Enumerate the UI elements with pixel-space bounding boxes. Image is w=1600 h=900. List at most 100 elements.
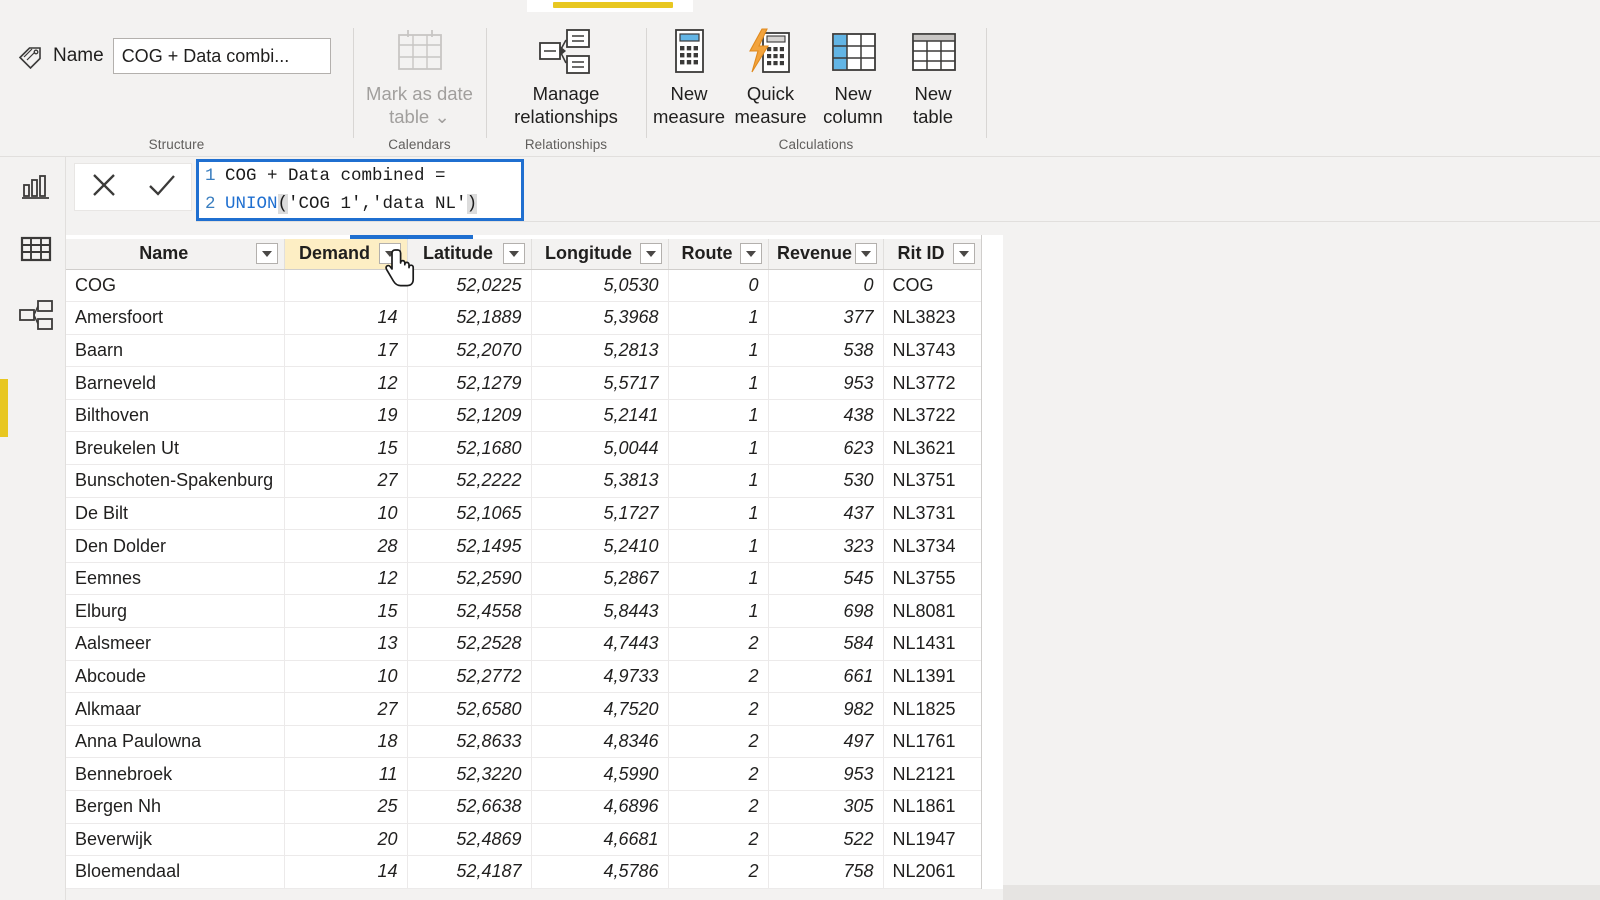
cell-latitude[interactable]: 52,3220 xyxy=(407,757,532,791)
cell-name[interactable]: Aalsmeer xyxy=(66,627,285,661)
cell-name[interactable]: Den Dolder xyxy=(66,529,285,563)
cell-rit_id[interactable]: NL1861 xyxy=(883,790,982,824)
cell-demand[interactable]: 10 xyxy=(284,497,408,531)
table-name-input[interactable] xyxy=(112,38,331,74)
accept-formula-button[interactable] xyxy=(139,167,185,207)
table-row[interactable]: COG 52,0225 5,0530 0 0 COG xyxy=(66,269,982,303)
cell-revenue[interactable]: 438 xyxy=(768,399,884,433)
cell-rit_id[interactable]: NL2121 xyxy=(883,757,982,791)
table-row[interactable]: Elburg 15 52,4558 5,8443 1 698 NL8081 xyxy=(66,594,982,629)
cell-revenue[interactable]: 377 xyxy=(768,301,884,335)
cell-route[interactable]: 0 xyxy=(668,269,769,303)
cell-longitude[interactable]: 5,1727 xyxy=(531,497,669,531)
cell-demand[interactable] xyxy=(284,269,408,303)
cell-demand[interactable]: 14 xyxy=(284,855,408,889)
column-header-route[interactable]: Route xyxy=(668,239,769,270)
cell-rit_id[interactable]: NL3621 xyxy=(883,431,982,466)
cell-name[interactable]: Amersfoort xyxy=(66,301,285,335)
cell-revenue[interactable]: 953 xyxy=(768,757,884,791)
cell-revenue[interactable]: 982 xyxy=(768,692,884,726)
new-column-button[interactable]: New column xyxy=(813,26,893,128)
cell-latitude[interactable]: 52,2070 xyxy=(407,334,532,368)
dax-formula-editor[interactable]: 1 COG + Data combined = 2 UNION ( 'COG 1… xyxy=(196,159,524,221)
cell-rit_id[interactable]: NL3823 xyxy=(883,301,982,335)
cell-route[interactable]: 2 xyxy=(668,790,769,824)
cell-demand[interactable]: 27 xyxy=(284,464,408,498)
cell-revenue[interactable]: 522 xyxy=(768,823,884,857)
cell-route[interactable]: 1 xyxy=(668,497,769,531)
cell-route[interactable]: 2 xyxy=(668,692,769,726)
cell-demand[interactable]: 12 xyxy=(284,562,408,596)
manage-relationships-button[interactable]: Manage relationships xyxy=(486,26,646,128)
cell-longitude[interactable]: 5,0530 xyxy=(531,269,669,303)
cell-latitude[interactable]: 52,2222 xyxy=(407,464,532,498)
cancel-formula-button[interactable] xyxy=(81,167,127,207)
cell-revenue[interactable]: 698 xyxy=(768,594,884,629)
cell-latitude[interactable]: 52,4869 xyxy=(407,823,532,857)
table-row[interactable]: Breukelen Ut 15 52,1680 5,0044 1 623 NL3621 xyxy=(66,431,982,466)
cell-latitude[interactable]: 52,1065 xyxy=(407,497,532,531)
column-filter-dropdown-latitude[interactable] xyxy=(502,243,525,265)
column-header-latitude[interactable]: Latitude xyxy=(407,239,532,270)
cell-name[interactable]: De Bilt xyxy=(66,497,285,531)
cell-rit_id[interactable]: NL3755 xyxy=(883,562,982,596)
table-row[interactable]: De Bilt 10 52,1065 5,1727 1 437 NL3731 xyxy=(66,497,982,531)
cell-route[interactable]: 2 xyxy=(668,660,769,694)
cell-route[interactable]: 2 xyxy=(668,725,769,759)
cell-latitude[interactable]: 52,1889 xyxy=(407,301,532,335)
cell-route[interactable]: 1 xyxy=(668,464,769,498)
cell-route[interactable]: 1 xyxy=(668,301,769,335)
cell-latitude[interactable]: 52,2772 xyxy=(407,660,532,694)
column-header-rit_id[interactable]: Rit ID xyxy=(883,239,982,270)
cell-demand[interactable]: 20 xyxy=(284,823,408,857)
bottom-scroll-strip[interactable] xyxy=(1003,885,1600,900)
cell-latitude[interactable]: 52,1680 xyxy=(407,431,532,466)
table-row[interactable]: Bergen Nh 25 52,6638 4,6896 2 305 NL1861 xyxy=(66,790,982,824)
column-header-longitude[interactable]: Longitude xyxy=(531,239,669,270)
cell-route[interactable]: 2 xyxy=(668,627,769,661)
cell-revenue[interactable]: 623 xyxy=(768,431,884,466)
column-header-revenue[interactable]: Revenue xyxy=(768,239,884,270)
cell-latitude[interactable]: 52,1495 xyxy=(407,529,532,563)
cell-rit_id[interactable]: NL3751 xyxy=(883,464,982,498)
table-row[interactable]: Abcoude 10 52,2772 4,9733 2 661 NL1391 xyxy=(66,660,982,694)
cell-longitude[interactable]: 4,8346 xyxy=(531,725,669,759)
cell-demand[interactable]: 28 xyxy=(284,529,408,563)
cell-latitude[interactable]: 52,8633 xyxy=(407,725,532,759)
cell-latitude[interactable]: 52,6638 xyxy=(407,790,532,824)
cell-rit_id[interactable]: COG xyxy=(883,269,982,303)
cell-rit_id[interactable]: NL3734 xyxy=(883,529,982,563)
column-header-demand[interactable]: Demand xyxy=(284,239,408,270)
cell-longitude[interactable]: 4,6896 xyxy=(531,790,669,824)
cell-demand[interactable]: 12 xyxy=(284,366,408,400)
cell-demand[interactable]: 17 xyxy=(284,334,408,368)
cell-demand[interactable]: 27 xyxy=(284,692,408,726)
cell-longitude[interactable]: 4,5990 xyxy=(531,757,669,791)
cell-longitude[interactable]: 4,7443 xyxy=(531,627,669,661)
cell-longitude[interactable]: 5,3968 xyxy=(531,301,669,335)
cell-name[interactable]: Bergen Nh xyxy=(66,790,285,824)
column-filter-dropdown-name[interactable] xyxy=(255,243,278,265)
cell-revenue[interactable]: 758 xyxy=(768,855,884,889)
cell-name[interactable]: Bunschoten-Spakenburg xyxy=(66,464,285,498)
cell-rit_id[interactable]: NL8081 xyxy=(883,594,982,629)
table-row[interactable]: Bennebroek 11 52,3220 4,5990 2 953 NL2121 xyxy=(66,757,982,791)
cell-rit_id[interactable]: NL2061 xyxy=(883,855,982,889)
sidebar-item-model-view[interactable] xyxy=(16,297,56,337)
table-row[interactable]: Anna Paulowna 18 52,8633 4,8346 2 497 NL1761 xyxy=(66,725,982,759)
cell-name[interactable]: Elburg xyxy=(66,594,285,629)
cell-route[interactable]: 1 xyxy=(668,529,769,563)
cell-longitude[interactable]: 5,5717 xyxy=(531,366,669,400)
sidebar-item-data-view[interactable] xyxy=(16,231,56,271)
table-row[interactable]: Bunschoten-Spakenburg 27 52,2222 5,3813 1 530… xyxy=(66,464,982,498)
cell-latitude[interactable]: 52,1209 xyxy=(407,399,532,433)
cell-longitude[interactable]: 4,5786 xyxy=(531,855,669,889)
cell-longitude[interactable]: 5,2813 xyxy=(531,334,669,368)
cell-demand[interactable]: 10 xyxy=(284,660,408,694)
cell-rit_id[interactable]: NL1391 xyxy=(883,660,982,694)
table-row[interactable]: Amersfoort 14 52,1889 5,3968 1 377 NL3823 xyxy=(66,301,982,335)
column-filter-dropdown-revenue[interactable] xyxy=(854,243,877,265)
mark-as-date-table-button[interactable]: Mark as date table ⌄ xyxy=(353,26,486,128)
table-row[interactable]: Alkmaar 27 52,6580 4,7520 2 982 NL1825 xyxy=(66,692,982,726)
cell-name[interactable]: Alkmaar xyxy=(66,692,285,726)
